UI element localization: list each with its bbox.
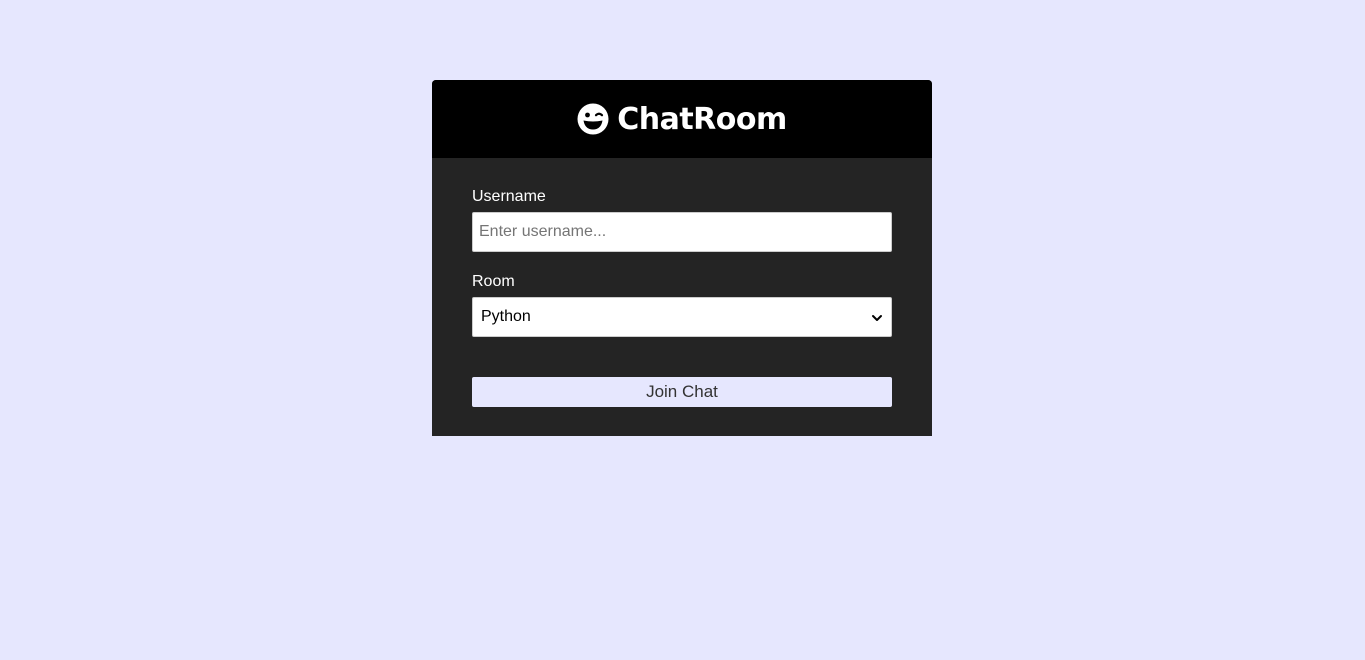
room-select[interactable]: Python (472, 297, 892, 337)
room-field-group: Room Python (472, 272, 892, 337)
chevron-down-icon (871, 311, 883, 323)
username-input[interactable] (472, 212, 892, 252)
grin-wink-icon (577, 103, 609, 135)
username-label: Username (472, 188, 546, 205)
username-field-group: Username (472, 187, 892, 252)
app-title: ChatRoom (617, 101, 787, 137)
join-form: Username Room Python Join Chat (432, 158, 932, 407)
room-select-value: Python (481, 308, 531, 325)
room-label: Room (472, 273, 515, 290)
join-chat-button[interactable]: Join Chat (472, 377, 892, 407)
join-header: ChatRoom (432, 80, 932, 158)
join-panel: ChatRoom Username Room Python Join Chat (432, 80, 932, 436)
